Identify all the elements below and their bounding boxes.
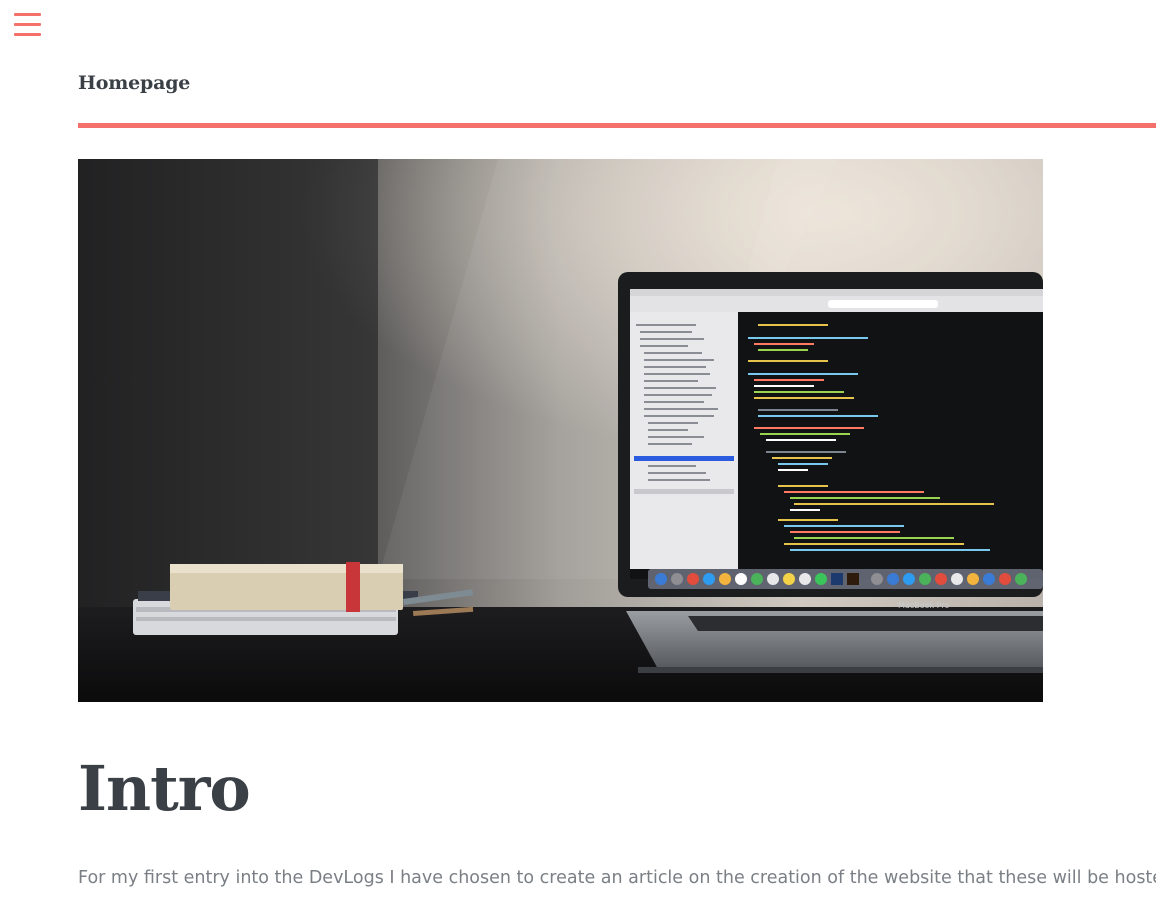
article-paragraph: For my first entry into the DevLogs I ha… xyxy=(78,868,1156,888)
header-divider xyxy=(78,123,1156,128)
menu-bar-middle xyxy=(14,23,41,26)
menu-bar-bottom xyxy=(14,33,41,36)
page-title: Homepage xyxy=(78,72,191,94)
hero-image: MacBook Pro xyxy=(78,159,1043,702)
hamburger-menu-icon[interactable] xyxy=(14,13,41,37)
menu-bar-top xyxy=(14,13,41,16)
laptop-brand-label: MacBook Pro xyxy=(898,601,949,610)
article-heading: Intro xyxy=(78,752,251,825)
